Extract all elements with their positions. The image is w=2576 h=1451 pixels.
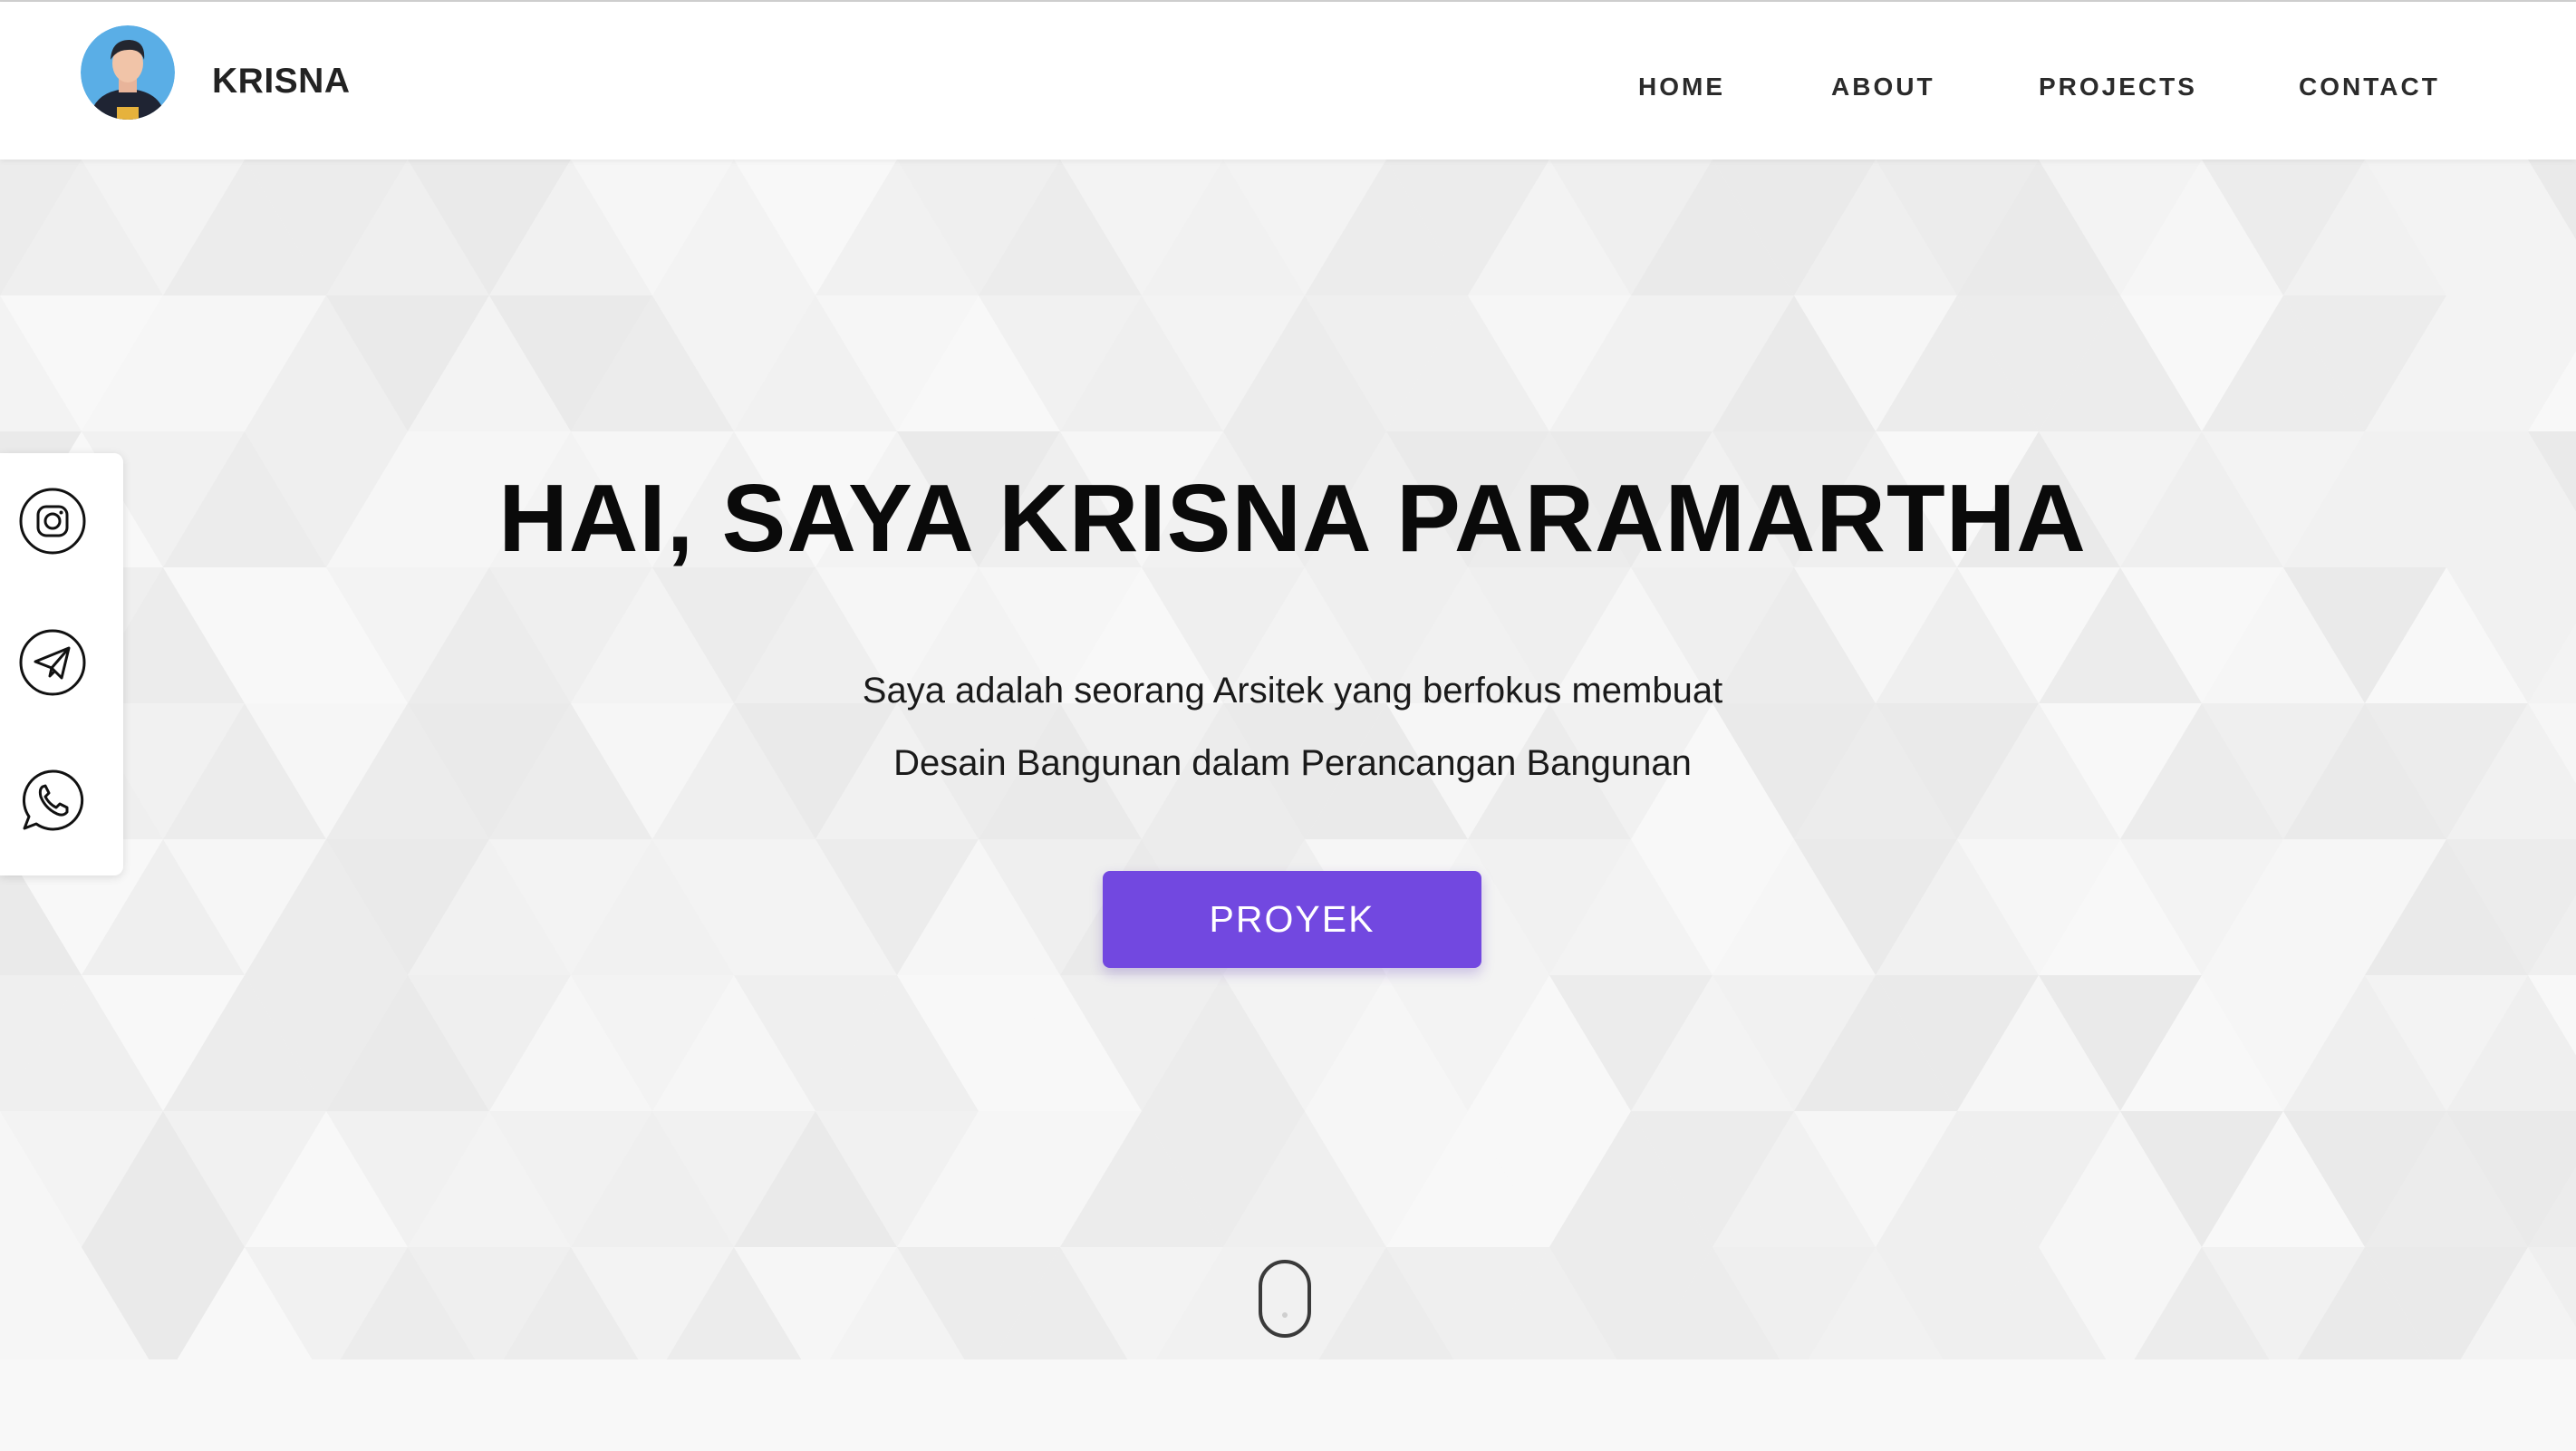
hero-subtitle-line1: Saya adalah seorang Arsitek yang berfoku… xyxy=(862,671,1723,711)
nav-contact[interactable]: CONTACT xyxy=(2299,73,2440,102)
bottom-strip xyxy=(0,1359,2576,1451)
social-sidebar xyxy=(0,453,123,875)
brand-name[interactable]: KRISNA xyxy=(212,62,351,102)
hero-title: HAI, SAYA KRISNA PARAMARTHA xyxy=(498,465,2087,572)
whatsapp-icon[interactable] xyxy=(18,766,87,835)
mouse-wheel-dot xyxy=(1282,1312,1288,1318)
hero-subtitle-line2: Desain Bangunan dalam Perancangan Bangun… xyxy=(893,743,1692,783)
nav-about[interactable]: ABOUT xyxy=(1831,73,1935,102)
site-header: KRISNA HOME ABOUT PROJECTS CONTACT xyxy=(0,2,2576,160)
mouse-scroll-icon[interactable] xyxy=(1259,1260,1311,1338)
nav-projects[interactable]: PROJECTS xyxy=(2039,73,2197,102)
telegram-icon[interactable] xyxy=(18,628,87,697)
user-avatar-icon[interactable] xyxy=(81,25,175,120)
page: KRISNA HOME ABOUT PROJECTS CONTACT HAI, … xyxy=(0,0,2576,1451)
proyek-button[interactable]: PROYEK xyxy=(1103,871,1481,968)
nav-home[interactable]: HOME xyxy=(1638,73,1725,102)
instagram-icon[interactable] xyxy=(18,487,87,556)
